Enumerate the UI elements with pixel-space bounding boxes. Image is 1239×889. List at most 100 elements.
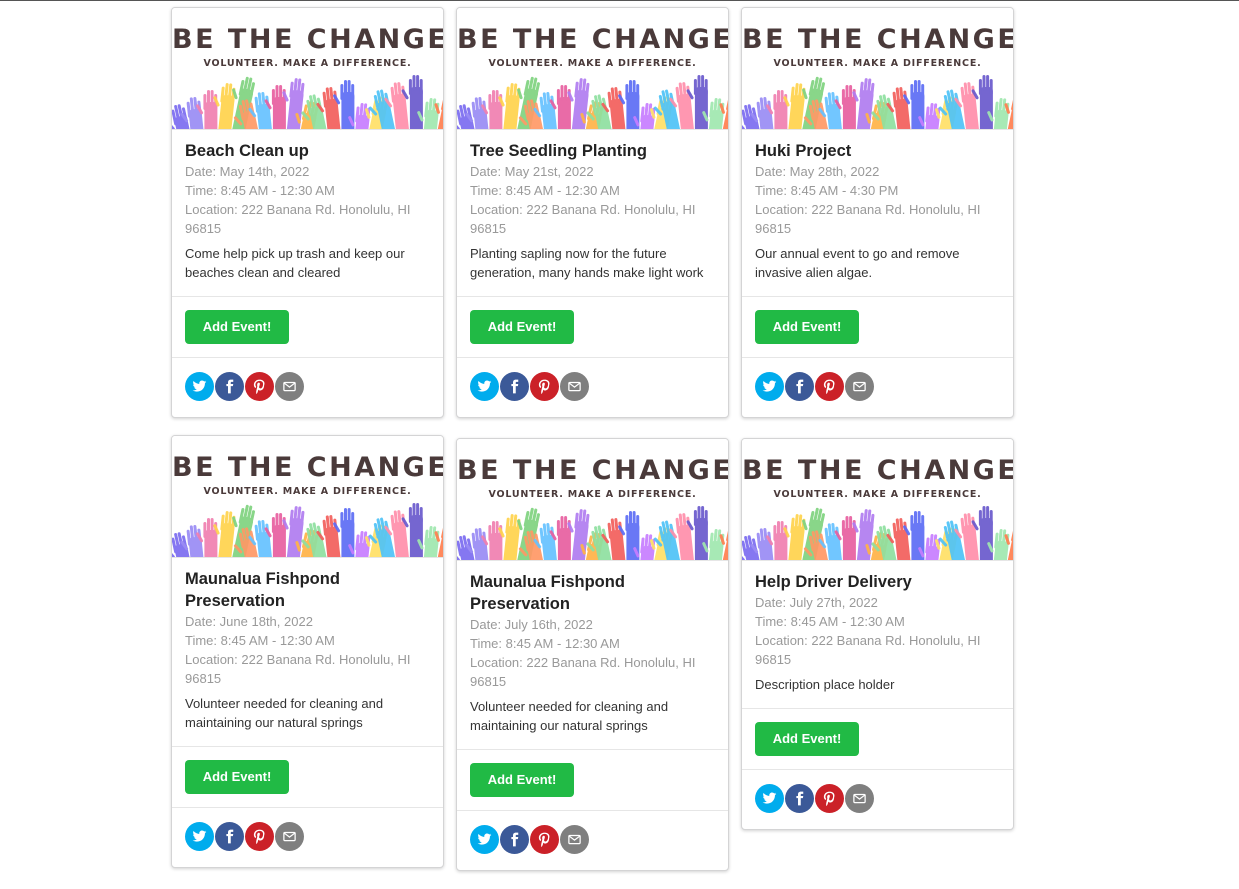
- event-card: BE THE CHANGE VOLUNTEER. MAKE A DIFFERENC…: [741, 7, 1014, 418]
- add-event-button[interactable]: Add Event!: [185, 310, 289, 344]
- be-the-change-banner-image: BE THE CHANGE VOLUNTEER. MAKE A DIFFERENC…: [742, 439, 1013, 561]
- event-description: Come help pick up trash and keep our bea…: [185, 246, 405, 280]
- facebook-share-button[interactable]: [785, 784, 814, 813]
- email-share-button[interactable]: [560, 825, 589, 854]
- twitter-share-button[interactable]: [755, 372, 784, 401]
- share-buttons: [742, 769, 1013, 829]
- event-location: Location: 222 Banana Rd. Honolulu, HI 96…: [755, 633, 981, 667]
- event-time: Time: 8:45 AM - 12:30 AM: [185, 183, 335, 198]
- event-date: Date: July 27th, 2022: [755, 595, 878, 610]
- event-time: Time: 8:45 AM - 12:30 AM: [470, 183, 620, 198]
- event-content: Huki Project Date: May 28th, 2022 Time: 8:…: [742, 130, 1013, 296]
- event-content: Tree Seedling Planting Date: May 21st, 20…: [457, 130, 728, 296]
- share-buttons: [742, 357, 1013, 417]
- event-time: Time: 8:45 AM - 4:30 PM: [755, 183, 899, 198]
- event-location: Location: 222 Banana Rd. Honolulu, HI 96…: [755, 202, 981, 236]
- facebook-share-button[interactable]: [215, 372, 244, 401]
- event-time: Time: 8:45 AM - 12:30 AM: [755, 614, 905, 629]
- banner-subtitle: VOLUNTEER. MAKE A DIFFERENCE.: [203, 58, 412, 69]
- event-title: Tree Seedling Planting: [470, 142, 647, 160]
- add-event-button[interactable]: Add Event!: [755, 722, 859, 756]
- be-the-change-banner-image: BE THE CHANGE VOLUNTEER. MAKE A DIFFERENC…: [742, 8, 1013, 130]
- banner-subtitle: VOLUNTEER. MAKE A DIFFERENCE.: [488, 489, 697, 500]
- banner-subtitle: VOLUNTEER. MAKE A DIFFERENCE.: [488, 58, 697, 69]
- event-location: Location: 222 Banana Rd. Honolulu, HI 96…: [185, 652, 411, 686]
- event-actions: Add Event!: [457, 296, 728, 357]
- event-content: Beach Clean up Date: May 14th, 2022 Time: …: [172, 130, 443, 296]
- twitter-share-button[interactable]: [470, 825, 499, 854]
- be-the-change-banner-image: BE THE CHANGE VOLUNTEER. MAKE A DIFFERENC…: [457, 439, 728, 561]
- event-actions: Add Event!: [172, 746, 443, 807]
- banner-title: BE THE CHANGE: [457, 455, 728, 486]
- be-the-change-banner-image: BE THE CHANGE VOLUNTEER. MAKE A DIFFERENC…: [172, 8, 443, 130]
- event-location: Location: 222 Banana Rd. Honolulu, HI 96…: [470, 202, 696, 236]
- twitter-share-button[interactable]: [185, 822, 214, 851]
- event-description: Volunteer needed for cleaning and mainta…: [185, 696, 384, 730]
- add-event-button[interactable]: Add Event!: [755, 310, 859, 344]
- event-card: BE THE CHANGE VOLUNTEER. MAKE A DIFFERENC…: [741, 438, 1014, 830]
- event-title: Huki Project: [755, 142, 852, 160]
- event-description: Our annual event to go and remove invasi…: [755, 246, 960, 280]
- add-event-button[interactable]: Add Event!: [470, 763, 574, 797]
- event-date: Date: May 21st, 2022: [470, 164, 594, 179]
- event-description: Description place holder: [755, 677, 895, 692]
- event-time: Time: 8:45 AM - 12:30 AM: [185, 633, 335, 648]
- event-actions: Add Event!: [742, 708, 1013, 769]
- event-description: Planting sapling now for the future gene…: [470, 246, 704, 280]
- twitter-share-button[interactable]: [755, 784, 784, 813]
- email-share-button[interactable]: [845, 784, 874, 813]
- event-content: Help Driver Delivery Date: July 27th, 202…: [742, 561, 1013, 708]
- event-date: Date: June 18th, 2022: [185, 614, 313, 629]
- banner-title: BE THE CHANGE: [742, 455, 1013, 486]
- email-share-button[interactable]: [275, 822, 304, 851]
- banner-title: BE THE CHANGE: [457, 24, 728, 55]
- pinterest-share-button[interactable]: [245, 822, 274, 851]
- event-time: Time: 8:45 AM - 12:30 AM: [470, 636, 620, 651]
- share-buttons: [172, 807, 443, 867]
- event-date: Date: May 28th, 2022: [755, 164, 880, 179]
- event-date: Date: July 16th, 2022: [470, 617, 593, 632]
- facebook-share-button[interactable]: [500, 372, 529, 401]
- event-content: Maunalua Fishpond Preservation Date: June…: [172, 558, 443, 746]
- facebook-share-button[interactable]: [500, 825, 529, 854]
- pinterest-share-button[interactable]: [815, 784, 844, 813]
- email-share-button[interactable]: [275, 372, 304, 401]
- email-share-button[interactable]: [845, 372, 874, 401]
- email-share-button[interactable]: [560, 372, 589, 401]
- event-actions: Add Event!: [172, 296, 443, 357]
- event-location: Location: 222 Banana Rd. Honolulu, HI 96…: [470, 655, 696, 689]
- share-buttons: [457, 810, 728, 870]
- be-the-change-banner-image: BE THE CHANGE VOLUNTEER. MAKE A DIFFERENC…: [172, 436, 443, 558]
- pinterest-share-button[interactable]: [245, 372, 274, 401]
- banner-subtitle: VOLUNTEER. MAKE A DIFFERENCE.: [773, 489, 982, 500]
- event-title: Maunalua Fishpond Preservation: [470, 573, 625, 613]
- share-buttons: [457, 357, 728, 417]
- event-actions: Add Event!: [742, 296, 1013, 357]
- top-border: [0, 0, 1239, 1]
- event-description: Volunteer needed for cleaning and mainta…: [470, 699, 669, 733]
- banner-title: BE THE CHANGE: [172, 452, 443, 483]
- event-card: BE THE CHANGE VOLUNTEER. MAKE A DIFFERENC…: [171, 7, 444, 418]
- banner-title: BE THE CHANGE: [172, 24, 443, 55]
- event-card: BE THE CHANGE VOLUNTEER. MAKE A DIFFERENC…: [456, 7, 729, 418]
- be-the-change-banner-image: BE THE CHANGE VOLUNTEER. MAKE A DIFFERENC…: [457, 8, 728, 130]
- banner-title: BE THE CHANGE: [742, 24, 1013, 55]
- event-title: Beach Clean up: [185, 142, 309, 160]
- pinterest-share-button[interactable]: [530, 825, 559, 854]
- twitter-share-button[interactable]: [470, 372, 499, 401]
- pinterest-share-button[interactable]: [530, 372, 559, 401]
- twitter-share-button[interactable]: [185, 372, 214, 401]
- event-title: Maunalua Fishpond Preservation: [185, 570, 340, 610]
- add-event-button[interactable]: Add Event!: [470, 310, 574, 344]
- share-buttons: [172, 357, 443, 417]
- banner-subtitle: VOLUNTEER. MAKE A DIFFERENCE.: [203, 486, 412, 497]
- facebook-share-button[interactable]: [215, 822, 244, 851]
- event-title: Help Driver Delivery: [755, 573, 912, 591]
- event-location: Location: 222 Banana Rd. Honolulu, HI 96…: [185, 202, 411, 236]
- facebook-share-button[interactable]: [785, 372, 814, 401]
- add-event-button[interactable]: Add Event!: [185, 760, 289, 794]
- event-date: Date: May 14th, 2022: [185, 164, 310, 179]
- pinterest-share-button[interactable]: [815, 372, 844, 401]
- event-card: BE THE CHANGE VOLUNTEER. MAKE A DIFFERENC…: [171, 435, 444, 868]
- banner-subtitle: VOLUNTEER. MAKE A DIFFERENCE.: [773, 58, 982, 69]
